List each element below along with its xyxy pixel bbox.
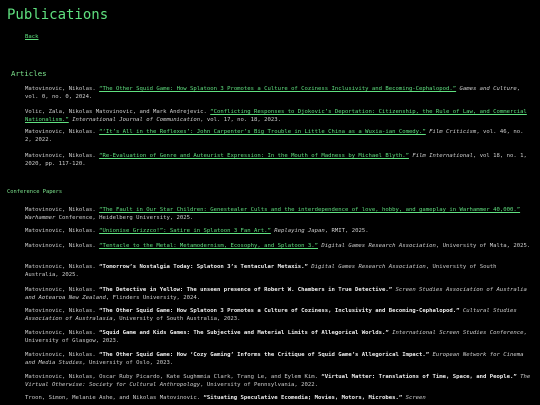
entry-details: , RMIT, 2025.: [324, 228, 369, 234]
article-entry: Matovinovic, Nikolas. “The Other Squid G…: [25, 86, 533, 101]
article-entry: Volic, Zala, Nikolas Matovinovic, and Ma…: [25, 109, 533, 124]
conference-entry: Troon, Simon, Melanie Ashe, and Nikolas …: [25, 395, 533, 403]
entry-authors: Matovinovic, Nikolas.: [25, 330, 96, 336]
entry-title: “Squid Game and Kids Games: The Subjecti…: [99, 330, 389, 336]
entry-details: Conference, Heidelberg University, 2025.: [55, 214, 194, 221]
entry-title: “Situating Speculative Ecomedia; Movies,…: [203, 395, 403, 401]
entry-title: “Tomorrow’s Nostalgia Today: Splatoon 3’…: [99, 264, 308, 270]
entry-authors: Matovinovic, Nikolas.: [25, 228, 96, 234]
entry-title: “Virtual Matter: Translations of Time, S…: [321, 374, 517, 380]
entry-authors: Matovinovic, Nikolas.: [25, 129, 96, 135]
entry-authors: Volic, Zala, Nikolas Matovinovic, and Ma…: [25, 109, 207, 115]
conference-entry: Matovinovic, Nikolas. “The Other Squid G…: [25, 352, 533, 367]
entry-title-link[interactable]: “Tentacle to the Metal: Metamodernism, E…: [99, 243, 318, 249]
entry-authors: Matovinovic, Nikolas.: [25, 207, 96, 213]
entry-title-link[interactable]: “Unionise Grizzco!”: Satire in Splatoon …: [99, 228, 271, 234]
entry-venue: Film International: [412, 153, 473, 159]
entry-venue: Film Criticism: [429, 129, 477, 135]
entry-venue: Replaying Japan: [274, 228, 325, 234]
page-title: Publications: [7, 7, 109, 23]
conference-heading: Conference Papers: [7, 189, 63, 195]
entry-authors: Matovinovic, Nikolas.: [25, 243, 96, 249]
entry-venue: Digital Games Research Association: [321, 243, 436, 249]
entry-title-link[interactable]: “The Fault in Our Star Children: Geneste…: [99, 207, 520, 213]
entry-title-link[interactable]: “Re-Evaluation of Genre and Auteurist Ex…: [99, 153, 409, 159]
entry-venue: International Journal of Communication: [72, 116, 201, 123]
conference-entry: Matovinovic, Nikolas. “The Detective in …: [25, 287, 533, 302]
entry-title: “The Other Squid Game: How ‘Cozy Gaming’…: [99, 352, 430, 358]
article-entry: Matovinovic, Nikolas. “Re-Evaluation of …: [25, 153, 533, 168]
entry-venue: International Screen Studies Conference: [392, 330, 524, 336]
entry-authors: Matovinovic, Nikolas.: [25, 153, 96, 159]
conference-entry: Matovinovic, Nikolas. “The Fault in Our …: [25, 207, 533, 222]
entry-authors: Matovinovic, Nikolas.: [25, 264, 96, 270]
entry-title: “The Detective in Yellow: The unseen pre…: [99, 287, 393, 293]
entry-venue: Games and Culture: [459, 86, 517, 92]
entry-details: , University of Malta, 2025.: [435, 243, 531, 249]
entry-title-link[interactable]: “The Other Squid Game: How Splatoon 3 Pr…: [99, 86, 456, 92]
entry-details: , Flinders University, 2024.: [105, 294, 201, 301]
entry-details: , vol. 17, no. 18, 2023.: [200, 116, 281, 123]
entry-authors: Matovinovic, Nikolas, Oscar Ruby Picardo…: [25, 374, 318, 380]
entry-venue: Warhammer: [25, 214, 56, 221]
conference-entry: Matovinovic, Nikolas. “The Other Squid G…: [25, 308, 533, 323]
entry-authors: Troon, Simon, Melanie Ashe, and Nikolas …: [25, 395, 201, 401]
entry-authors: Matovinovic, Nikolas.: [25, 86, 96, 92]
entry-details: , University of South Australia, 2023.: [112, 315, 241, 322]
conference-entry: Matovinovic, Nikolas, Oscar Ruby Picardo…: [25, 374, 533, 389]
back-link[interactable]: Back: [25, 34, 38, 42]
conference-entry: Matovinovic, Nikolas. “Unionise Grizzco!…: [25, 228, 533, 236]
article-entry: Matovinovic, Nikolas. “‘It’s All in the …: [25, 129, 533, 144]
entry-title-link[interactable]: “‘It’s All in the Reflexes’: John Carpen…: [99, 129, 426, 135]
entry-venue: Digital Games Research Association: [311, 264, 426, 270]
entry-authors: Matovinovic, Nikolas.: [25, 308, 96, 314]
conference-entry: Matovinovic, Nikolas. “Tentacle to the M…: [25, 243, 533, 251]
publications-page: Publications Back Articles Matovinovic, …: [0, 0, 540, 405]
entry-authors: Matovinovic, Nikolas.: [25, 352, 96, 358]
articles-heading: Articles: [11, 69, 47, 78]
entry-details: , University of Oslo, 2023.: [82, 359, 174, 366]
conference-entry: Matovinovic, Nikolas. “Tomorrow’s Nostal…: [25, 264, 533, 279]
entry-venue: Screen: [405, 395, 426, 401]
entry-authors: Matovinovic, Nikolas.: [25, 287, 96, 293]
entry-title: “The Other Squid Game: How Splatoon 3 Pr…: [99, 308, 460, 314]
conference-entry: Matovinovic, Nikolas. “Squid Game and Ki…: [25, 330, 533, 345]
entry-details: , University of Pennsylvania, 2022.: [200, 381, 318, 388]
